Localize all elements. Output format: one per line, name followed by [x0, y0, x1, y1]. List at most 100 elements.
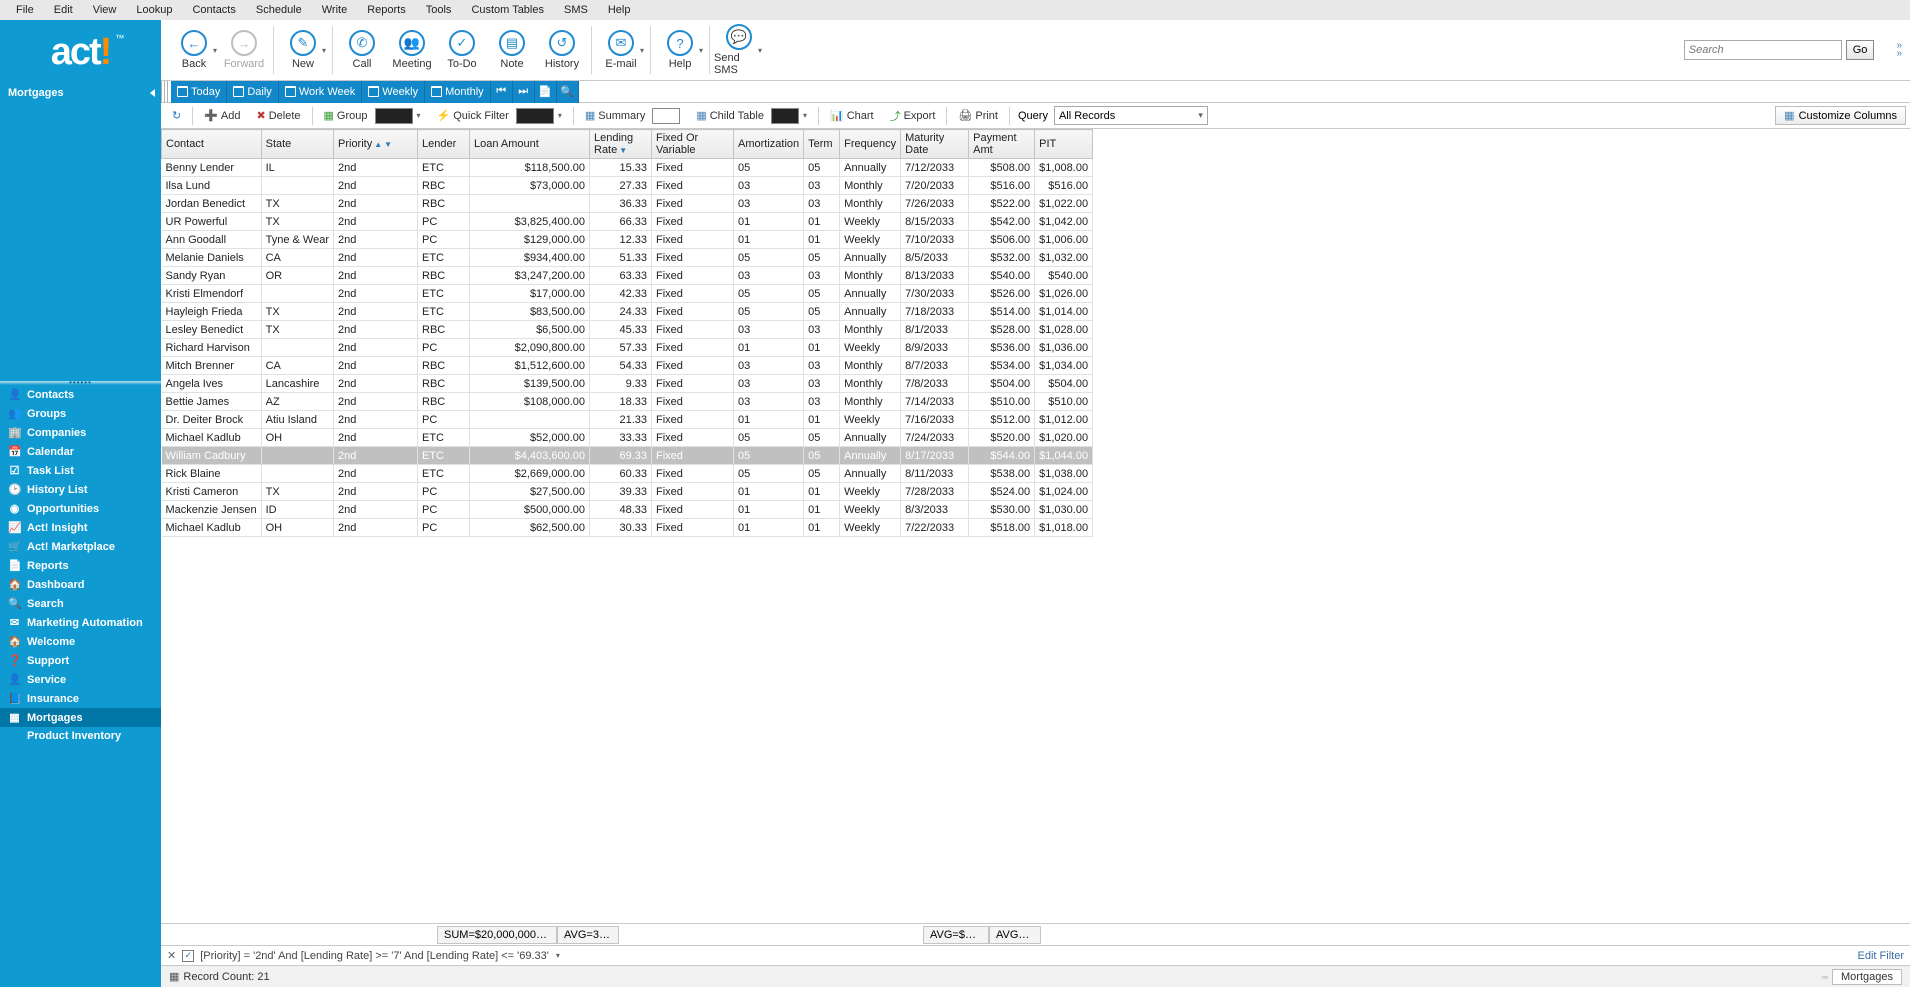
sidebar-item-reports[interactable]: 📄Reports [0, 556, 161, 575]
menu-help[interactable]: Help [598, 2, 641, 18]
menu-reports[interactable]: Reports [357, 2, 416, 18]
column-header-term[interactable]: Term [804, 130, 840, 159]
sidebar-item-service[interactable]: 👤Service [0, 670, 161, 689]
chevron-left-icon[interactable] [150, 89, 155, 97]
print-button[interactable]: 🖨Print [951, 106, 1005, 125]
child-table-button[interactable]: ▦Child Table▾ [689, 105, 814, 127]
table-row[interactable]: Kristi CameronTX2ndPC$27,500.0039.33Fixe… [162, 483, 1093, 501]
menu-contacts[interactable]: Contacts [182, 2, 245, 18]
send-sms-button[interactable]: 💬Send SMS▾ [714, 22, 764, 78]
sidebar-item-history-list[interactable]: 🕑History List [0, 480, 161, 499]
quick-filter-button[interactable]: ⚡Quick Filter▾ [430, 105, 569, 127]
table-row[interactable]: Rick Blaine2ndETC$2,669,000.0060.33Fixed… [162, 465, 1093, 483]
table-row[interactable]: Michael KadlubOH2ndPC$62,500.0030.33Fixe… [162, 519, 1093, 537]
summary-button[interactable]: ▦Summary [578, 105, 687, 127]
status-tab-mortgages[interactable]: Mortgages [1832, 969, 1902, 985]
column-header-pit[interactable]: PIT [1035, 130, 1093, 159]
table-row[interactable]: Lesley BenedictTX2ndRBC$6,500.0045.33Fix… [162, 321, 1093, 339]
to-do-button[interactable]: ✓To-Do [437, 22, 487, 78]
sidebar-item-welcome[interactable]: 🏠Welcome [0, 632, 161, 651]
view-work-week[interactable]: Work Week [279, 81, 362, 103]
table-row[interactable]: Hayleigh FriedaTX2ndETC$83,500.0024.33Fi… [162, 303, 1093, 321]
collapse-icon[interactable]: »» [1896, 42, 1902, 58]
group-button[interactable]: ▦Group▾ [317, 105, 428, 127]
menu-tools[interactable]: Tools [416, 2, 462, 18]
table-wrap[interactable]: ContactStatePriority▲▼LenderLoan AmountL… [161, 129, 1910, 923]
column-header-contact[interactable]: Contact [162, 130, 262, 159]
page-icon[interactable]: 📄 [535, 81, 557, 103]
menu-view[interactable]: View [83, 2, 127, 18]
column-header-lending_rate[interactable]: Lending Rate▼ [590, 130, 652, 159]
help-button[interactable]: ?Help▾ [655, 22, 705, 78]
back-button[interactable]: ←Back▾ [169, 22, 219, 78]
column-header-fov[interactable]: Fixed Or Variable [652, 130, 734, 159]
column-header-maturity[interactable]: Maturity Date [901, 130, 969, 159]
table-row[interactable]: Bettie JamesAZ2ndRBC$108,000.0018.33Fixe… [162, 393, 1093, 411]
new-button[interactable]: ✎New▾ [278, 22, 328, 78]
refresh-button[interactable]: ↻ [165, 106, 188, 125]
sidebar-item-insurance[interactable]: 📘Insurance [0, 689, 161, 708]
menu-sms[interactable]: SMS [554, 2, 598, 18]
sidebar-item-mortgages[interactable]: ▦Mortgages [0, 708, 161, 727]
table-row[interactable]: Jordan BenedictTX2ndRBC36.33Fixed0303Mon… [162, 195, 1093, 213]
prev-icon[interactable]: ⏮ [491, 81, 513, 103]
chart-button[interactable]: 📊Chart [823, 106, 881, 125]
filter-checkbox[interactable]: ✓ [182, 950, 194, 962]
sidebar-item-act-insight[interactable]: 📈Act! Insight [0, 518, 161, 537]
sidebar-divider[interactable]: •••••• [0, 381, 161, 385]
query-select[interactable]: All Records [1054, 106, 1208, 125]
sidebar-item-calendar[interactable]: 📅Calendar [0, 442, 161, 461]
table-row[interactable]: Richard Harvison2ndPC$2,090,800.0057.33F… [162, 339, 1093, 357]
grip-icon[interactable] [161, 81, 169, 103]
chevron-down-icon[interactable]: ▾ [758, 46, 762, 55]
next-icon[interactable]: ⏭ [513, 81, 535, 103]
go-button[interactable]: Go [1846, 40, 1875, 60]
column-header-lender[interactable]: Lender [418, 130, 470, 159]
view-daily[interactable]: Daily [227, 81, 278, 103]
sidebar-item-search[interactable]: 🔍Search [0, 594, 161, 613]
table-row[interactable]: Kristi Elmendorf2ndETC$17,000.0042.33Fix… [162, 285, 1093, 303]
table-row[interactable]: Sandy RyanOR2ndRBC$3,247,200.0063.33Fixe… [162, 267, 1093, 285]
table-row[interactable]: William Cadbury2ndETC$4,403,600.0069.33F… [162, 447, 1093, 465]
table-row[interactable]: Mitch BrennerCA2ndRBC$1,512,600.0054.33F… [162, 357, 1093, 375]
chevron-down-icon[interactable]: ▾ [556, 951, 560, 960]
view-monthly[interactable]: Monthly [425, 81, 491, 103]
sidebar-item-contacts[interactable]: 👤Contacts [0, 385, 161, 404]
column-header-priority[interactable]: Priority▲▼ [334, 130, 418, 159]
column-header-freq[interactable]: Frequency [840, 130, 901, 159]
sidebar-item-groups[interactable]: 👥Groups [0, 404, 161, 423]
history-button[interactable]: ↺History [537, 22, 587, 78]
delete-button[interactable]: ✖Delete [250, 106, 308, 125]
table-row[interactable]: Dr. Deiter BrockAtiu Island2ndPC21.33Fix… [162, 411, 1093, 429]
meeting-button[interactable]: 👥Meeting [387, 22, 437, 78]
menu-write[interactable]: Write [312, 2, 357, 18]
table-row[interactable]: Melanie DanielsCA2ndETC$934,400.0051.33F… [162, 249, 1093, 267]
sidebar-item-product-inventory[interactable]: Product Inventory [0, 727, 161, 745]
sidebar-item-marketing-automation[interactable]: ✉Marketing Automation [0, 613, 161, 632]
table-row[interactable]: Ilsa Lund2ndRBC$73,000.0027.33Fixed0303M… [162, 177, 1093, 195]
column-header-payment[interactable]: Payment Amt [969, 130, 1035, 159]
view-today[interactable]: Today [171, 81, 227, 103]
column-header-loan_amount[interactable]: Loan Amount [470, 130, 590, 159]
table-row[interactable]: Ann GoodallTyne & Wear2ndPC$129,000.0012… [162, 231, 1093, 249]
sidebar-item-support[interactable]: ❓Support [0, 651, 161, 670]
chevron-down-icon[interactable]: ▾ [213, 46, 217, 55]
search-input[interactable] [1684, 40, 1842, 60]
menu-file[interactable]: File [6, 2, 44, 18]
customize-columns-button[interactable]: ▦Customize Columns [1775, 106, 1906, 125]
edit-filter-link[interactable]: Edit Filter [1858, 950, 1904, 962]
table-row[interactable]: Mackenzie JensenID2ndPC$500,000.0048.33F… [162, 501, 1093, 519]
menu-edit[interactable]: Edit [44, 2, 83, 18]
add-button[interactable]: ➕Add [197, 106, 247, 125]
chevron-down-icon[interactable]: ▾ [640, 46, 644, 55]
table-row[interactable]: Angela IvesLancashire2ndRBC$139,500.009.… [162, 375, 1093, 393]
sidebar-item-opportunities[interactable]: ◉Opportunities [0, 499, 161, 518]
call-button[interactable]: ✆Call [337, 22, 387, 78]
close-icon[interactable]: ✕ [167, 949, 176, 962]
menu-lookup[interactable]: Lookup [126, 2, 182, 18]
menu-custom-tables[interactable]: Custom Tables [461, 2, 554, 18]
table-row[interactable]: UR PowerfulTX2ndPC$3,825,400.0066.33Fixe… [162, 213, 1093, 231]
e-mail-button[interactable]: ✉E-mail▾ [596, 22, 646, 78]
search-icon[interactable]: 🔍 [557, 81, 579, 103]
table-row[interactable]: Benny LenderIL2ndETC$118,500.0015.33Fixe… [162, 159, 1093, 177]
